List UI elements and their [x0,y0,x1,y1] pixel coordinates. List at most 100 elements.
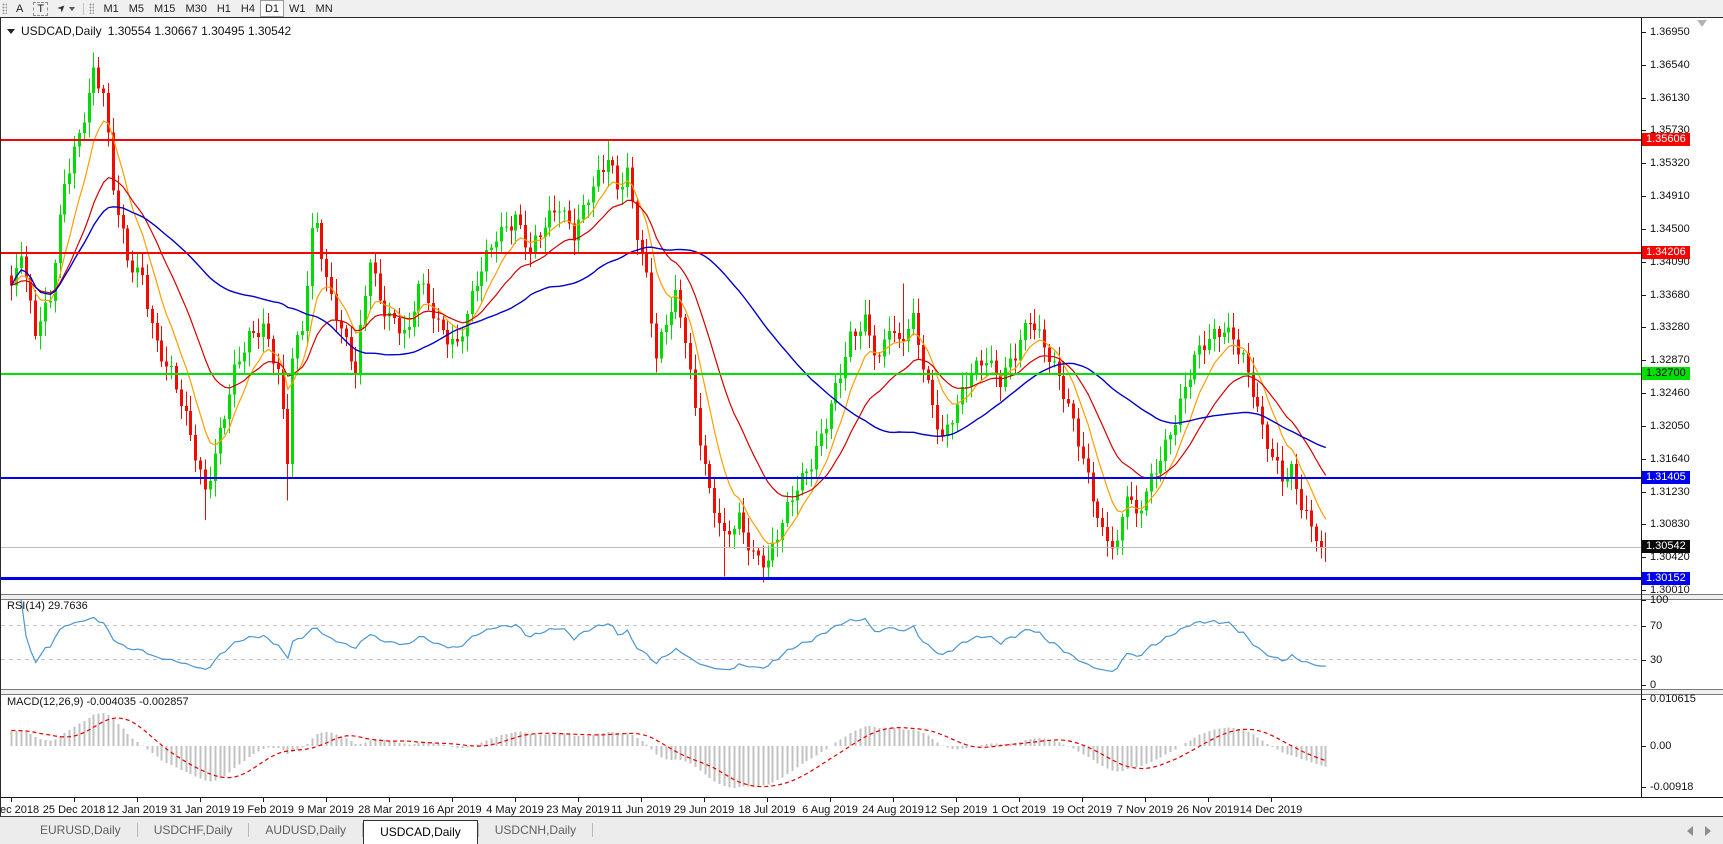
timeframe-button-w1[interactable]: W1 [284,1,311,16]
time-axis-tick [1145,798,1146,802]
timeframe-button-m15[interactable]: M15 [149,1,180,16]
price-axis-tick-label: 1.32460 [1650,387,1690,399]
macd-axis-tick-label: 0.00 [1650,740,1671,752]
chart-tab-audusd[interactable]: AUDUSD,Daily [249,820,362,841]
price-axis-tick [1642,163,1646,164]
price-axis-tick-label: 1.34500 [1650,223,1690,235]
timeframe-button-h1[interactable]: H1 [212,1,236,16]
chart-window[interactable]: USDCAD,Daily 1.30554 1.30667 1.30495 1.3… [0,17,1723,816]
time-axis-tick [1019,798,1020,802]
time-axis-tick [452,798,453,802]
moving-average-20 [12,178,1326,497]
horizontal-level-line[interactable] [1,477,1641,479]
time-axis-tick [515,798,516,802]
time-axis-label: 6 Aug 2019 [802,804,858,816]
price-axis-tick-label: 1.33680 [1650,289,1690,301]
time-axis-label: 6 Dec 2018 [0,804,39,816]
price-level-badge: 1.34206 [1642,246,1690,259]
price-axis-tick [1642,32,1646,33]
price-axis-tick-label: 1.33280 [1650,321,1690,333]
horizontal-level-line[interactable] [1,139,1641,141]
candlesticks [10,53,1327,583]
timeframe-button-m30[interactable]: M30 [180,1,211,16]
text-label-tool-button[interactable]: A [11,1,28,16]
time-axis-label: 18 Jul 2019 [739,804,796,816]
chart-tab-usdchf[interactable]: USDCHF,Daily [138,820,249,841]
price-pane[interactable] [1,18,1723,594]
time-axis-line [1,797,1723,798]
price-axis-tick [1642,524,1646,525]
price-axis-tick-label: 1.36950 [1650,26,1690,38]
time-axis-tick [578,798,579,802]
time-axis-label: 9 Mar 2019 [298,804,354,816]
time-axis-tick [830,798,831,802]
time-axis-tick [74,798,75,802]
price-axis-tick [1642,65,1646,66]
toolbar-drag-handle[interactable] [2,3,7,14]
tab-separator [592,823,593,837]
price-axis-tick [1642,393,1646,394]
time-axis-tick [11,798,12,802]
tab-scroll-right-icon[interactable] [1705,826,1711,836]
price-axis-tick [1642,98,1646,99]
time-axis-tick [326,798,327,802]
price-level-badge: 1.32700 [1642,367,1690,380]
price-axis-tick-label: 1.32870 [1650,354,1690,366]
arrow-tool-button[interactable]: ➤ [53,1,80,16]
rsi-axis-tick [1642,685,1646,686]
macd-pane[interactable] [1,693,1723,797]
macd-histogram [12,713,1326,788]
macd-label: MACD(12,26,9) -0.004035 -0.002857 [7,696,189,708]
price-axis-tick-label: 1.31230 [1650,486,1690,498]
price-axis-tick-label: 1.36130 [1650,92,1690,104]
rsi-axis-tick [1642,600,1646,601]
time-axis-label: 23 May 2019 [546,804,610,816]
time-axis-tick [263,798,264,802]
time-axis-label: 19 Feb 2019 [232,804,294,816]
top-toolbar: A T ➤ M1M5M15M30H1H4D1W1MN [0,0,1723,18]
price-level-badge: 1.30542 [1642,540,1690,553]
toolbar-drag-handle[interactable] [89,3,94,14]
chart-tab-eurusd[interactable]: EURUSD,Daily [24,820,137,841]
time-axis-label: 25 Dec 2018 [43,804,105,816]
price-axis-tick [1642,262,1646,263]
price-level-badge: 1.31405 [1642,471,1690,484]
timeframe-button-m5[interactable]: M5 [124,1,149,16]
rsi-axis-tick [1642,660,1646,661]
timeframe-button-d1[interactable]: D1 [260,0,284,17]
tab-scroll-left-icon[interactable] [1687,826,1693,836]
time-axis-label: 11 Jun 2019 [611,804,671,816]
time-axis-tick [767,798,768,802]
macd-axis-tick-label: 0.010615 [1650,693,1696,705]
price-axis-tick-label: 1.32050 [1650,420,1690,432]
timeframe-toolbar: M1M5M15M30H1H4D1W1MN [98,0,337,17]
arrow-icon: ➤ [55,2,69,16]
price-axis-tick-label: 1.35320 [1650,157,1690,169]
horizontal-level-line[interactable] [1,252,1641,254]
time-axis-tick [1208,798,1209,802]
time-axis-label: 12 Sep 2019 [925,804,987,816]
rsi-pane[interactable] [1,598,1723,689]
time-axis-tick [1082,798,1083,802]
macd-axis-tick [1642,699,1646,700]
price-level-badge: 1.30152 [1642,572,1690,585]
timeframe-button-mn[interactable]: MN [311,1,338,16]
chart-tab-usdcad[interactable]: USDCAD,Daily [363,820,478,844]
timeframe-button-h4[interactable]: H4 [236,1,260,16]
textbox-tool-button[interactable]: T [28,1,53,16]
textbox-icon: T [33,2,48,16]
time-axis-tick [137,798,138,802]
price-axis-tick-label: 1.31640 [1650,453,1690,465]
chevron-down-icon [69,7,75,11]
timeframe-button-m1[interactable]: M1 [98,1,123,16]
time-axis-label: 12 Jan 2019 [107,804,168,816]
horizontal-level-line[interactable] [1,373,1641,375]
macd-signal-line [12,718,1326,787]
price-axis-tick-label: 1.34910 [1650,190,1690,202]
rsi-axis-tick-label: 0 [1650,679,1656,691]
time-axis-label: 24 Aug 2019 [862,804,924,816]
chart-tab-usdcnh[interactable]: USDCNH,Daily [479,820,592,841]
horizontal-level-line[interactable] [1,577,1641,580]
time-axis-tick [1271,798,1272,802]
rsi-axis-tick-label: 70 [1650,620,1662,632]
